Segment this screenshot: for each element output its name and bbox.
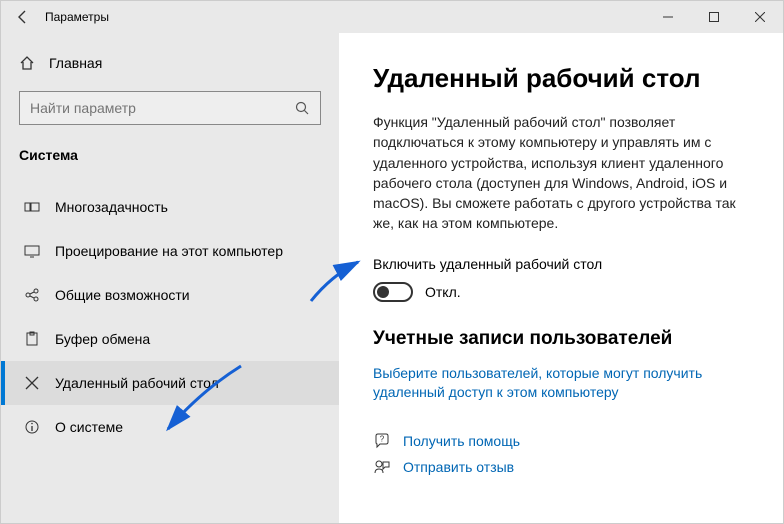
get-help-row: ? Получить помощь xyxy=(373,433,755,449)
feedback-row: Отправить отзыв xyxy=(373,459,755,475)
multitasking-icon xyxy=(23,199,41,215)
home-label: Главная xyxy=(49,55,102,71)
sidebar-item-label: О системе xyxy=(55,419,123,435)
feedback-link[interactable]: Отправить отзыв xyxy=(403,459,514,475)
sidebar-item-projecting[interactable]: Проецирование на этот компьютер xyxy=(1,229,339,273)
svg-text:?: ? xyxy=(380,434,385,443)
toggle-row: Откл. xyxy=(373,282,755,302)
sidebar-item-about[interactable]: О системе xyxy=(1,405,339,449)
sidebar-item-label: Буфер обмена xyxy=(55,331,150,347)
back-button[interactable] xyxy=(1,1,45,33)
projecting-icon xyxy=(23,243,41,259)
maximize-icon xyxy=(709,12,719,22)
category-title: Система xyxy=(1,143,339,185)
shared-icon xyxy=(23,287,41,303)
sidebar-item-clipboard[interactable]: Буфер обмена xyxy=(1,317,339,361)
sidebar-item-multitasking[interactable]: Многозадачность xyxy=(1,185,339,229)
minimize-icon xyxy=(663,12,673,22)
home-nav[interactable]: Главная xyxy=(1,45,339,81)
sidebar-item-label: Проецирование на этот компьютер xyxy=(55,243,283,259)
select-users-link[interactable]: Выберите пользователей, которые могут по… xyxy=(373,364,755,403)
section-users-title: Учетные записи пользователей xyxy=(373,328,755,350)
feedback-icon xyxy=(373,459,391,475)
arrow-left-icon xyxy=(15,9,31,25)
app-body: Главная Система Многозадачность Проециро… xyxy=(1,33,783,523)
close-button[interactable] xyxy=(737,1,783,33)
about-icon xyxy=(23,419,41,435)
remote-desktop-icon xyxy=(23,375,41,391)
page-description: Функция "Удаленный рабочий стол" позволя… xyxy=(373,112,755,234)
get-help-link[interactable]: Получить помощь xyxy=(403,433,520,449)
toggle-label: Включить удаленный рабочий стол xyxy=(373,256,755,272)
search-input[interactable] xyxy=(30,100,294,116)
search-icon xyxy=(294,100,310,116)
sidebar-item-remote-desktop[interactable]: Удаленный рабочий стол xyxy=(1,361,339,405)
home-icon xyxy=(19,55,35,71)
page-title: Удаленный рабочий стол xyxy=(373,63,755,94)
titlebar: Параметры xyxy=(1,1,783,33)
content-pane: Удаленный рабочий стол Функция "Удаленны… xyxy=(339,33,783,523)
clipboard-icon xyxy=(23,331,41,347)
close-icon xyxy=(755,12,765,22)
window-title: Параметры xyxy=(45,10,109,24)
sidebar-item-shared[interactable]: Общие возможности xyxy=(1,273,339,317)
minimize-button[interactable] xyxy=(645,1,691,33)
sidebar: Главная Система Многозадачность Проециро… xyxy=(1,33,339,523)
maximize-button[interactable] xyxy=(691,1,737,33)
help-icon: ? xyxy=(373,433,391,449)
remote-desktop-toggle[interactable] xyxy=(373,282,413,302)
toggle-state: Откл. xyxy=(425,284,461,300)
nav-list: Многозадачность Проецирование на этот ко… xyxy=(1,185,339,449)
sidebar-item-label: Общие возможности xyxy=(55,287,190,303)
sidebar-item-label: Многозадачность xyxy=(55,199,168,215)
search-box[interactable] xyxy=(19,91,321,125)
sidebar-item-label: Удаленный рабочий стол xyxy=(55,375,219,391)
